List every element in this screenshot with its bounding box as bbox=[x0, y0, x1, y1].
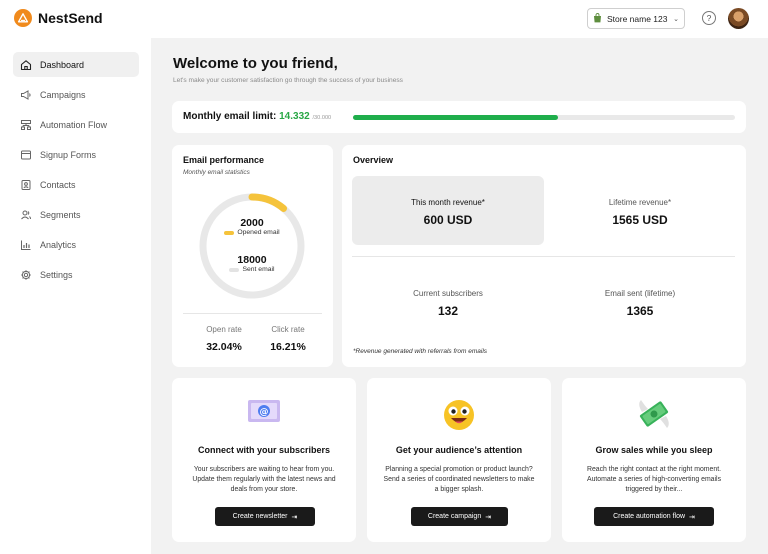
promo-card-newsletter: @ Connect with your subscribers Your sub… bbox=[172, 378, 356, 542]
shopify-bag-icon bbox=[593, 12, 602, 25]
divider bbox=[183, 313, 322, 314]
flow-icon bbox=[21, 119, 31, 130]
app-logo[interactable]: NestSend bbox=[14, 9, 103, 27]
emails-sent-label: Email sent (lifetime) bbox=[604, 289, 676, 298]
sent-count: 18000 bbox=[237, 254, 267, 266]
promo-title: Connect with your subscribers bbox=[197, 445, 331, 455]
emails-sent-value: 1365 bbox=[626, 304, 654, 318]
opened-legend-swatch bbox=[224, 230, 235, 235]
sidebar-item-analytics[interactable]: Analytics bbox=[13, 232, 139, 257]
month-revenue-label: This month revenue* bbox=[411, 198, 485, 207]
sidebar-item-signup-forms[interactable]: Signup Forms bbox=[13, 142, 139, 167]
sent-legend-label: Sent email bbox=[242, 266, 275, 273]
email-limit-progress-bar bbox=[353, 115, 735, 120]
smiling-face-icon bbox=[442, 398, 476, 437]
sidebar-item-label: Analytics bbox=[40, 239, 77, 250]
promo-card-automation: Grow sales while you sleep Reach the rig… bbox=[562, 378, 746, 542]
promo-body: Your subscribers are waiting to hear fro… bbox=[192, 466, 336, 493]
create-automation-flow-button[interactable]: Create automation flow ⇥ bbox=[594, 507, 714, 526]
sent-stat: 18000 Sent email bbox=[197, 254, 307, 273]
segments-icon bbox=[21, 210, 32, 219]
page-subtitle: Let's make your customer satisfaction go… bbox=[173, 77, 403, 84]
promo-body: Reach the right contact at the right mom… bbox=[586, 466, 722, 493]
sidebar-item-automation-flow[interactable]: Automation Flow bbox=[13, 112, 139, 137]
divider bbox=[352, 256, 735, 257]
app-name: NestSend bbox=[38, 10, 103, 26]
at-email-icon: @ bbox=[247, 398, 281, 429]
sidebar-item-label: Automation Flow bbox=[40, 119, 108, 130]
sidebar-item-label: Campaigns bbox=[40, 89, 86, 100]
create-newsletter-button[interactable]: Create newsletter ⇥ bbox=[215, 507, 315, 526]
arrow-right-to-line-icon: ⇥ bbox=[689, 513, 695, 521]
sidebar-item-contacts[interactable]: Contacts bbox=[13, 172, 139, 197]
sidebar-item-label: Contacts bbox=[40, 179, 76, 190]
megaphone-icon bbox=[21, 89, 31, 100]
promo-body: Planning a special promotion or product … bbox=[383, 466, 535, 493]
open-rate-label: Open rate bbox=[206, 325, 242, 334]
email-limit-card: Monthly email limit: 14.332 /30.000 bbox=[172, 101, 746, 133]
opened-stat: 2000 Opened email bbox=[197, 217, 307, 236]
month-revenue-value: 600 USD bbox=[423, 213, 473, 227]
chevron-down-icon: ⌄ bbox=[673, 15, 679, 23]
top-bar: NestSend Store name 123 ⌄ ? bbox=[0, 0, 768, 38]
money-with-wings-icon bbox=[636, 398, 672, 435]
sidebar-item-label: Segments bbox=[40, 209, 81, 220]
help-circle-icon[interactable]: ? bbox=[702, 11, 716, 25]
opened-legend: Opened email bbox=[197, 229, 307, 236]
opened-legend-label: Opened email bbox=[237, 229, 280, 236]
email-limit-progress-fill bbox=[353, 115, 559, 120]
create-campaign-button[interactable]: Create campaign ⇥ bbox=[411, 507, 508, 526]
button-label: Create newsletter bbox=[232, 513, 288, 520]
sidebar-item-campaigns[interactable]: Campaigns bbox=[13, 82, 139, 107]
email-performance-subtitle: Monthly email statistics bbox=[183, 169, 250, 176]
sidebar-item-label: Settings bbox=[40, 269, 73, 280]
analytics-icon bbox=[21, 240, 31, 250]
sidebar-item-label: Dashboard bbox=[40, 59, 85, 70]
click-rate-label: Click rate bbox=[271, 325, 305, 334]
opened-count: 2000 bbox=[240, 217, 264, 229]
email-limit-total: /30.000 bbox=[312, 115, 332, 121]
promo-title: Get your audience’s attention bbox=[395, 445, 523, 455]
sidebar: Dashboard Campaigns Automation Flow Sign… bbox=[0, 38, 151, 554]
nestsend-logo-icon bbox=[14, 9, 32, 27]
click-rate-value: 16.21% bbox=[270, 341, 306, 353]
store-name: Store name 123 bbox=[607, 13, 668, 24]
donut-sent-ring bbox=[199, 193, 305, 299]
sidebar-item-label: Signup Forms bbox=[40, 149, 97, 160]
settings-icon bbox=[21, 269, 31, 280]
page-title: Welcome to you friend, bbox=[173, 55, 338, 72]
promo-card-campaign: Get your audience’s attention Planning a… bbox=[367, 378, 551, 542]
promo-title: Grow sales while you sleep bbox=[595, 445, 713, 455]
email-performance-donut bbox=[199, 193, 305, 299]
sent-legend: Sent email bbox=[197, 266, 307, 273]
sidebar-item-settings[interactable]: Settings bbox=[13, 262, 139, 287]
month-revenue-box: This month revenue* 600 USD bbox=[352, 176, 544, 245]
sidebar-item-segments[interactable]: Segments bbox=[13, 202, 139, 227]
open-rate-value: 32.04% bbox=[206, 341, 242, 353]
form-icon bbox=[21, 150, 31, 159]
current-subscribers-value: 132 bbox=[437, 304, 459, 318]
arrow-right-to-line-icon: ⇥ bbox=[291, 513, 298, 521]
store-selector[interactable]: Store name 123 ⌄ bbox=[587, 8, 685, 29]
contacts-icon bbox=[21, 179, 31, 190]
email-performance-card: Email performance Monthly email statisti… bbox=[172, 145, 333, 367]
home-icon bbox=[20, 59, 32, 70]
email-performance-title: Email performance bbox=[183, 155, 265, 165]
user-avatar[interactable] bbox=[728, 8, 749, 29]
current-subscribers-label: Current subscribers bbox=[413, 289, 483, 298]
email-limit-used: 14.332 bbox=[279, 111, 310, 122]
sent-legend-swatch bbox=[229, 267, 240, 272]
button-label: Create campaign bbox=[427, 513, 482, 520]
overview-title: Overview bbox=[353, 155, 394, 165]
button-label: Create automation flow bbox=[613, 513, 686, 520]
arrow-right-to-line-icon: ⇥ bbox=[485, 513, 492, 521]
sidebar-item-dashboard[interactable]: Dashboard bbox=[13, 52, 139, 77]
lifetime-revenue-label: Lifetime revenue* bbox=[608, 198, 672, 207]
lifetime-revenue-value: 1565 USD bbox=[612, 213, 668, 227]
overview-card: Overview This month revenue* 600 USD Lif… bbox=[342, 145, 746, 367]
revenue-footnote: *Revenue generated with referrals from e… bbox=[353, 348, 488, 355]
email-limit-text: Monthly email limit: 14.332 /30.000 bbox=[183, 111, 331, 122]
svg-text:@: @ bbox=[260, 408, 269, 418]
email-limit-label: Monthly email limit: bbox=[183, 111, 277, 122]
